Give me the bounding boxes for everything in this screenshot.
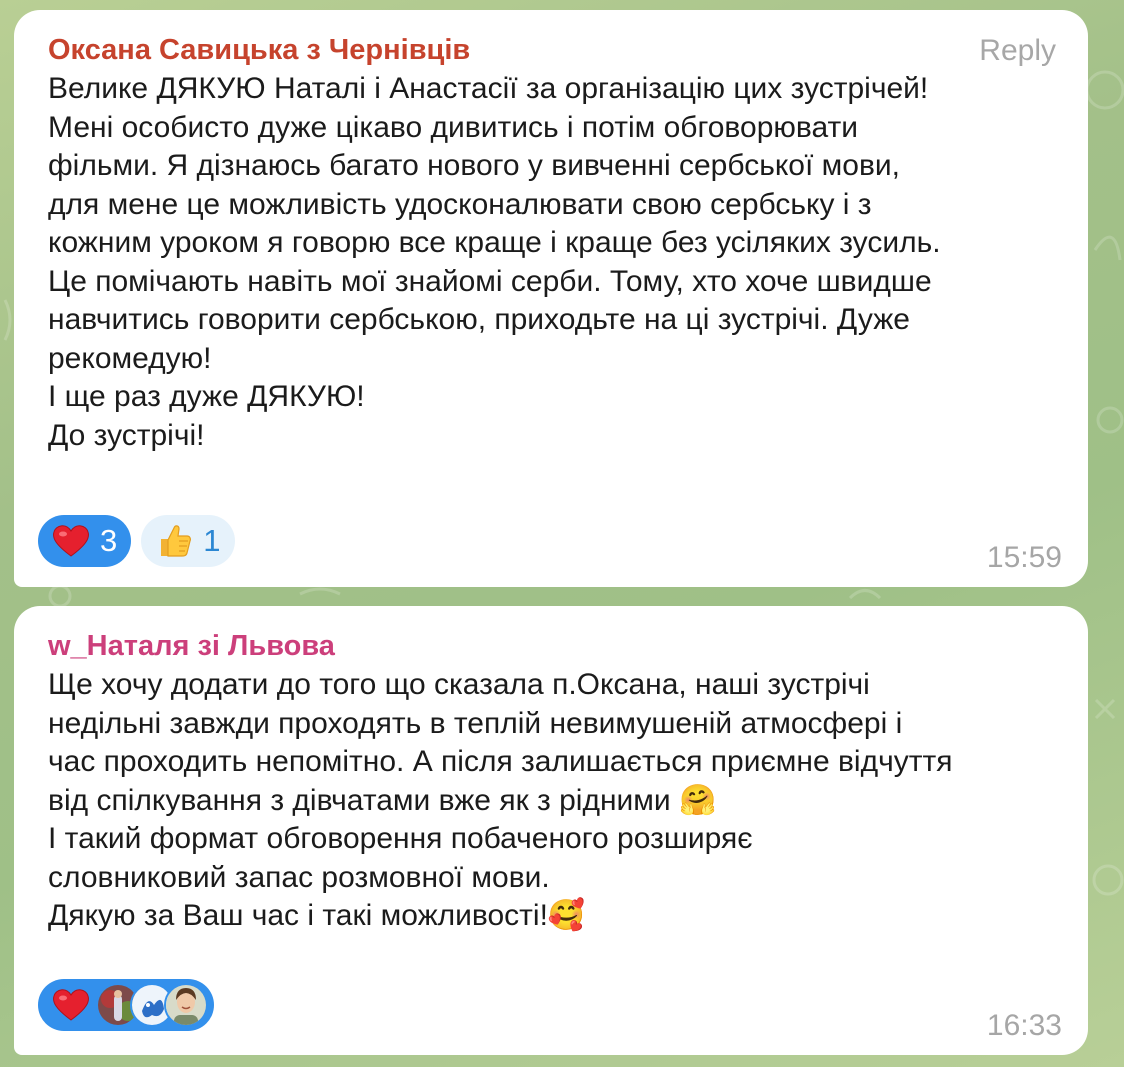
message-line: Це помічають навіть мої знайомі серби. Т… bbox=[48, 264, 932, 298]
reply-button[interactable]: Reply bbox=[979, 34, 1056, 68]
reactions-bar: 3 1 bbox=[38, 515, 235, 567]
message-time: 15:59 bbox=[986, 541, 1062, 574]
reaction-thumbs-up[interactable]: 1 bbox=[141, 515, 235, 567]
message-line: навчитись говорити сербською, приходьте … bbox=[48, 303, 910, 336]
sender-name[interactable]: w_Наталя зі Львова bbox=[48, 628, 1056, 664]
message-time: 16:33 bbox=[986, 1009, 1062, 1042]
message-line: недільні завжди проходять в теплій невим… bbox=[48, 706, 903, 740]
message-line: Дякую за Ваш час і такі можливості!🥰 bbox=[48, 899, 586, 932]
message-line: І ще раз дуже ДЯКУЮ! bbox=[48, 380, 365, 413]
message-bubble[interactable]: Оксана Савицька з Чернівців Reply Велике… bbox=[14, 10, 1088, 587]
message-line: словниковий запас розмовної мови. bbox=[48, 860, 550, 894]
message-line: час проходить непомітно. А після залишає… bbox=[48, 745, 953, 778]
reactor-avatars bbox=[96, 983, 208, 1027]
message-line: від спілкування з дівчатами вже як з рід… bbox=[48, 783, 717, 817]
reactions-bar bbox=[38, 979, 214, 1031]
message-line: для мене це можливість удосконалювати св… bbox=[48, 187, 872, 221]
message-line: І такий формат обговорення побаченого ро… bbox=[48, 822, 753, 855]
heart-icon bbox=[52, 524, 90, 558]
message-line: фільми. Я дізнаюсь багато нового у вивче… bbox=[48, 149, 900, 182]
message-line: Велике ДЯКУЮ Наталі і Анастасії за орган… bbox=[48, 72, 929, 105]
reaction-heart[interactable]: 3 bbox=[38, 515, 132, 567]
message-line: рекомедую! bbox=[48, 341, 212, 375]
message-line: Мені особисто дуже цікаво дивитись і пот… bbox=[48, 110, 858, 144]
message-text: Ще хочу додати до того що сказала п.Окса… bbox=[48, 666, 1056, 936]
reaction-count: 3 bbox=[100, 523, 118, 558]
reaction-count: 1 bbox=[203, 523, 221, 558]
message-text: Велике ДЯКУЮ Наталі і Анастасії за орган… bbox=[48, 70, 1056, 455]
message-line: кожним уроком я говорю все краще і краще… bbox=[48, 226, 941, 259]
message-line: Ще хочу додати до того що сказала п.Окса… bbox=[48, 668, 870, 701]
message-line: До зустрічі! bbox=[48, 418, 205, 452]
sender-name[interactable]: Оксана Савицька з Чернівців bbox=[48, 32, 1056, 68]
avatar[interactable] bbox=[164, 983, 208, 1027]
message-bubble[interactable]: w_Наталя зі Львова Ще хочу додати до тог… bbox=[14, 606, 1088, 1055]
heart-icon bbox=[52, 988, 90, 1022]
thumbs-up-icon bbox=[155, 522, 193, 560]
reaction-heart[interactable] bbox=[38, 979, 214, 1031]
